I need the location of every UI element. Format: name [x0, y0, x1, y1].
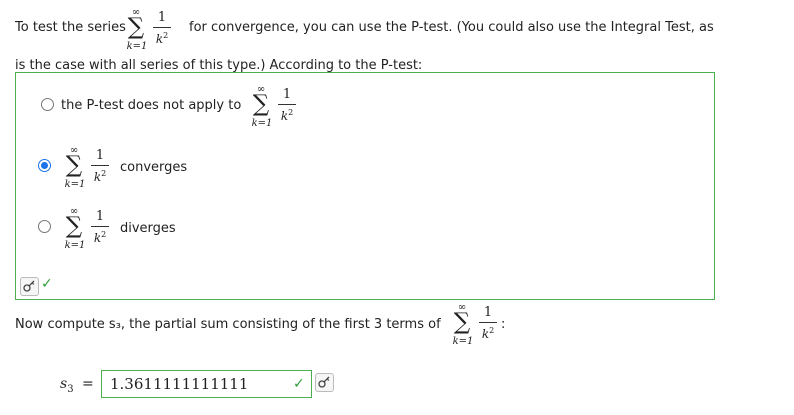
sigma-symbol: ∑ [65, 152, 83, 178]
sum-lower-limit: k=1 [452, 336, 474, 347]
sum-lower-limit: k=1 [64, 179, 86, 190]
show-answer-button[interactable] [315, 373, 334, 392]
sigma-symbol: ∑ [252, 91, 270, 117]
key-icon [318, 376, 330, 388]
sigma-symbol: ∑ [127, 14, 145, 40]
fraction-denominator: k2 [93, 169, 107, 184]
fraction-numerator: 1 [95, 148, 105, 163]
fraction-bar [479, 322, 497, 323]
checkmark-icon: ✓ [293, 376, 305, 392]
option-not-apply-label: the P-test does not apply to [61, 98, 242, 113]
option-diverges-label: diverges [120, 221, 176, 236]
fraction-bar [91, 165, 109, 166]
intro-text-before: To test the series [15, 20, 126, 35]
intro-text-after: for convergence, you can use the P-test.… [189, 20, 714, 35]
key-icon [23, 280, 35, 292]
fraction-numerator: 1 [95, 209, 105, 224]
fraction-bar [153, 27, 171, 28]
fraction-denominator: k2 [481, 326, 495, 341]
partial-sum-prompt: Now compute s₃, the partial sum consisti… [15, 317, 441, 332]
sum-lower-limit: k=1 [64, 240, 86, 251]
option-series-expression: ∞ ∑ k=1 1 k2 [250, 84, 316, 138]
prompt-colon: : [501, 317, 506, 332]
sigma-symbol: ∑ [65, 213, 83, 239]
radio-option-not-apply[interactable] [41, 98, 54, 111]
fraction-bar [278, 104, 296, 105]
prompt-series-expression: ∞ ∑ k=1 1 k2 [451, 302, 517, 356]
checkmark-icon: ✓ [41, 276, 53, 292]
sum-lower-limit: k=1 [126, 41, 148, 52]
partial-sum-input[interactable]: 1.3611111111111 [101, 370, 312, 398]
radio-option-converges[interactable] [38, 159, 51, 172]
series-expression: ∞ ∑ k=1 1 k2 [125, 7, 191, 61]
sum-lower-limit: k=1 [251, 118, 273, 129]
option-converges-label: converges [120, 160, 188, 175]
fraction-numerator: 1 [282, 87, 292, 102]
fraction-bar [91, 226, 109, 227]
fraction-numerator: 1 [483, 305, 493, 320]
fraction-numerator: 1 [157, 10, 167, 25]
fraction-denominator: k2 [155, 31, 169, 46]
sigma-symbol: ∑ [453, 309, 471, 335]
equals-sign: = [82, 376, 94, 392]
fraction-denominator: k2 [280, 108, 294, 123]
show-answer-button[interactable] [20, 277, 39, 296]
radio-option-diverges[interactable] [38, 220, 51, 233]
fraction-denominator: k2 [93, 230, 107, 245]
partial-sum-variable: s3 [60, 376, 74, 395]
